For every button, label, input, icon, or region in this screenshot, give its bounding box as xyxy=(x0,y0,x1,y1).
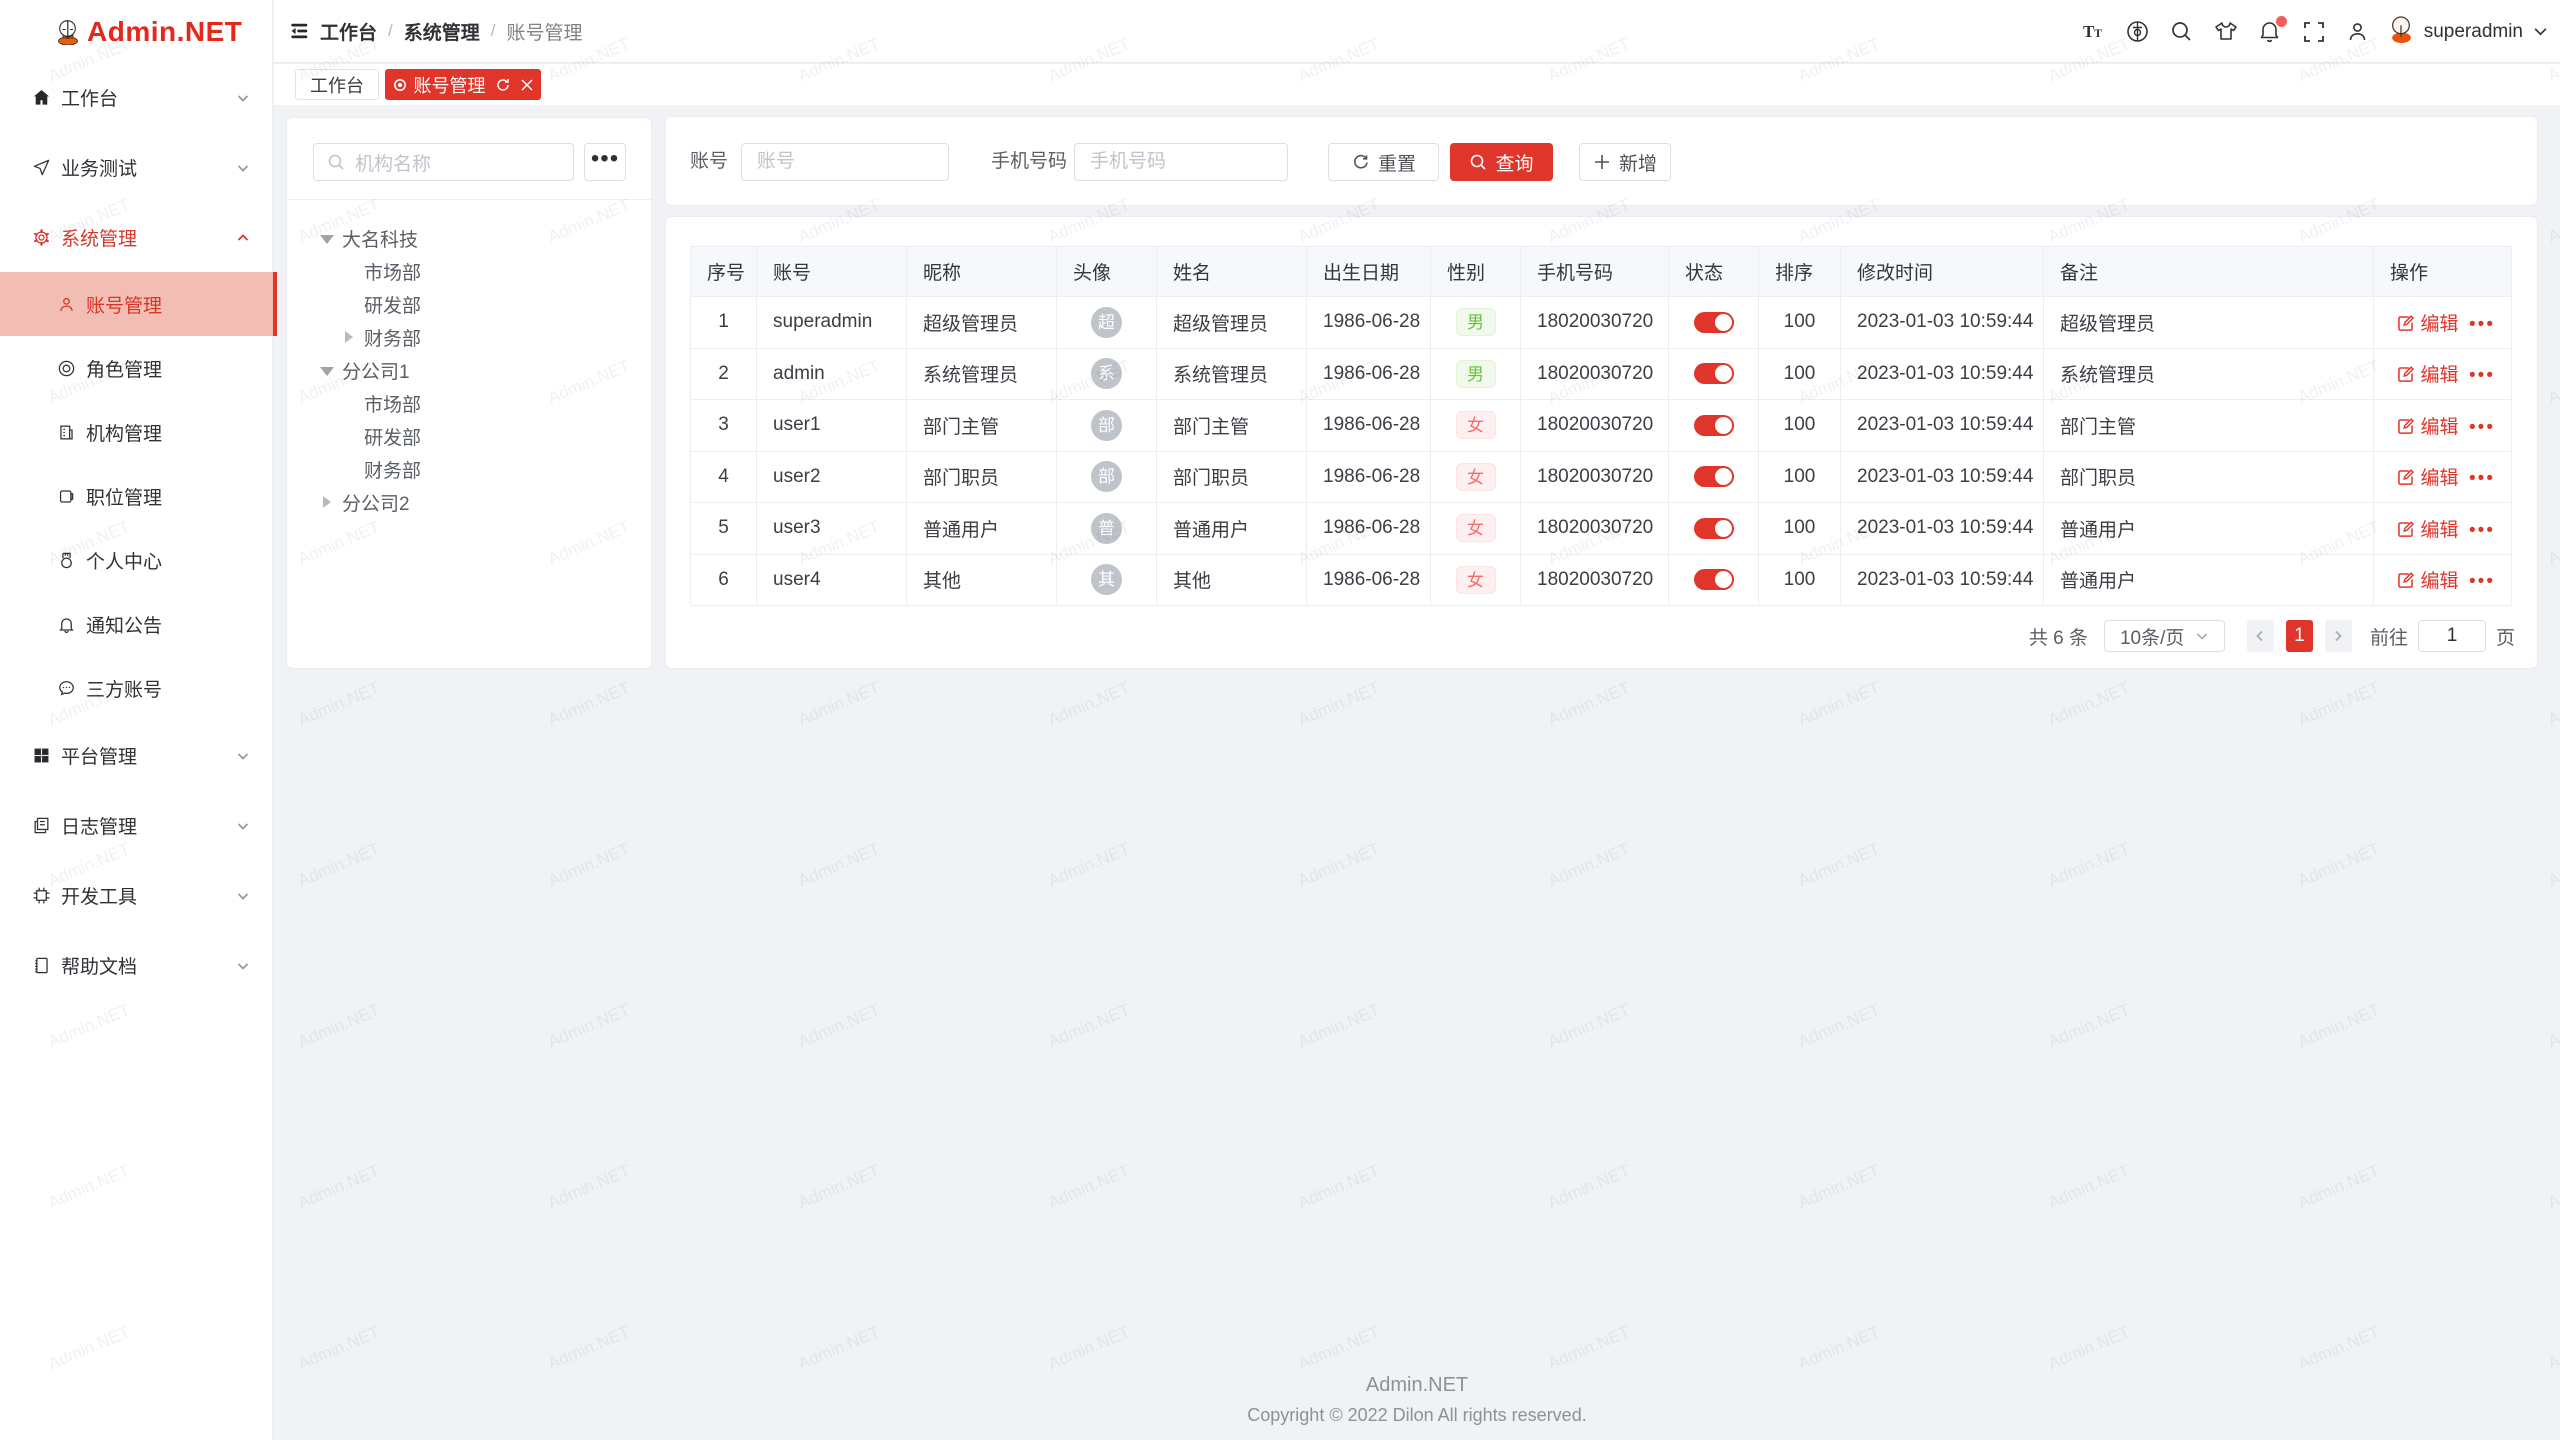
svg-text:T: T xyxy=(2094,26,2102,40)
